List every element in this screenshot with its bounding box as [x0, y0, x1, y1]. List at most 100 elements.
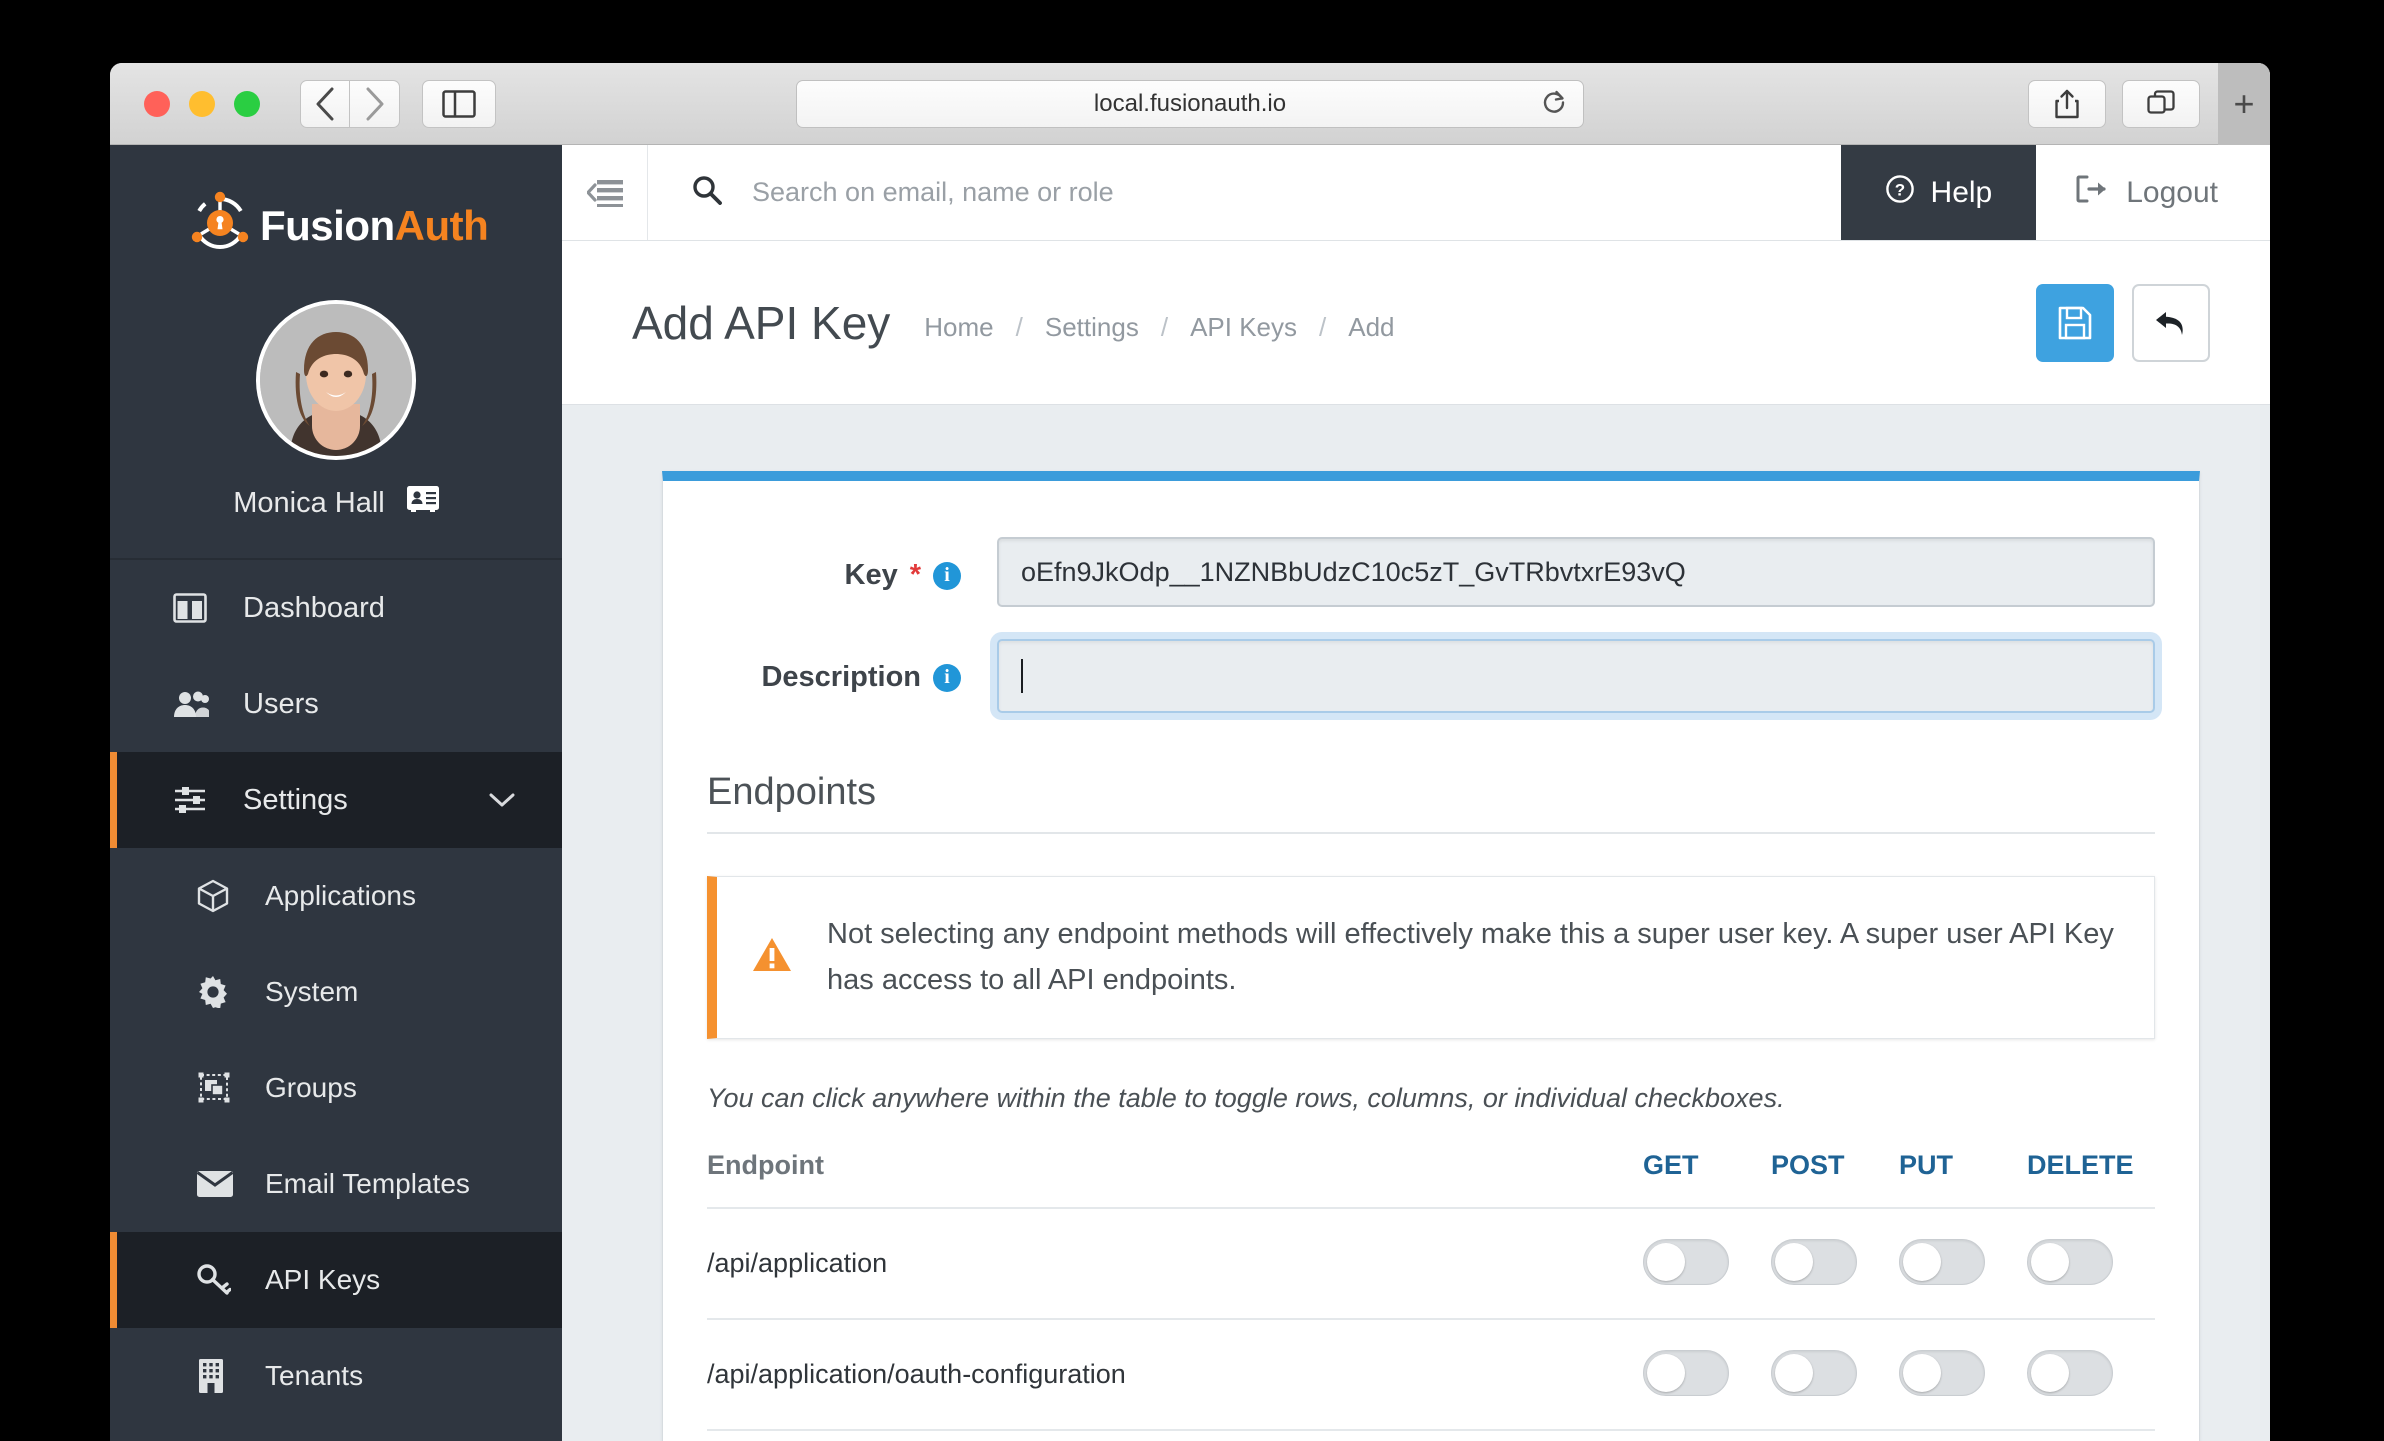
- column-header-post[interactable]: POST: [1771, 1149, 1899, 1209]
- toggle-cell-put[interactable]: [1899, 1429, 2027, 1441]
- toggle-cell-delete[interactable]: [2027, 1207, 2155, 1320]
- toggle-switch[interactable]: [1899, 1349, 1985, 1396]
- key-icon: [197, 1264, 243, 1296]
- sidebar-item-applications[interactable]: Applications: [110, 848, 562, 944]
- table-header-row: Endpoint GET POST PUT DELETE: [707, 1149, 2155, 1209]
- toggle-knob: [2031, 1242, 2069, 1281]
- toggle-switch[interactable]: [1771, 1349, 1857, 1396]
- toggle-switch[interactable]: [1899, 1238, 1985, 1285]
- description-label-text: Description: [761, 661, 921, 693]
- save-button[interactable]: [2036, 283, 2114, 362]
- toggle-cell-delete[interactable]: [2027, 1429, 2155, 1441]
- column-header-get[interactable]: GET: [1643, 1149, 1771, 1209]
- sidebar-item-users[interactable]: Users: [110, 656, 562, 752]
- search-input[interactable]: [752, 177, 1841, 208]
- address-bar[interactable]: local.fusionauth.io: [796, 79, 1584, 128]
- key-field-label: Key * i: [707, 537, 997, 592]
- toggle-switch[interactable]: [2027, 1349, 2113, 1396]
- toggle-knob: [2031, 1353, 2069, 1392]
- column-header-put[interactable]: PUT: [1899, 1149, 2027, 1209]
- forward-button[interactable]: [350, 79, 400, 128]
- logout-button[interactable]: Logout: [2036, 145, 2270, 240]
- endpoints-table-body: /api/application /api/application/oauth-…: [707, 1207, 2155, 1441]
- close-window-button[interactable]: [144, 90, 170, 117]
- toggle-switch[interactable]: [1643, 1349, 1729, 1396]
- sliders-icon: [173, 785, 219, 815]
- endpoints-table-head: Endpoint GET POST PUT DELETE: [707, 1149, 2155, 1209]
- sidebar-item-label: Dashboard: [243, 591, 385, 624]
- toggle-cell-post[interactable]: [1771, 1207, 1899, 1320]
- avatar[interactable]: [256, 300, 416, 460]
- main-area: ? Help Logout: [562, 145, 2270, 1441]
- sidebar-item-label: Users: [243, 687, 319, 720]
- table-row[interactable]: /api/application: [707, 1207, 2155, 1320]
- avatar-container: [110, 300, 562, 460]
- toggle-switch[interactable]: [1771, 1238, 1857, 1285]
- save-floppy-icon: [2058, 306, 2092, 339]
- description-input[interactable]: [997, 639, 2155, 713]
- sidebar-item-system[interactable]: System: [110, 944, 562, 1040]
- show-tabs-button[interactable]: [2122, 79, 2200, 128]
- toggle-cell-get[interactable]: [1643, 1318, 1771, 1431]
- endpoint-path: /api/application/role: [707, 1429, 1643, 1441]
- table-row[interactable]: /api/application/role: [707, 1429, 2155, 1441]
- user-info-row[interactable]: Monica Hall: [110, 486, 562, 520]
- collapse-menu-button[interactable]: [562, 145, 648, 240]
- toggle-knob: [1903, 1242, 1941, 1281]
- share-icon: [2055, 89, 2079, 118]
- fusionauth-logo-icon: [186, 189, 254, 262]
- text-cursor: [1021, 659, 1023, 693]
- back-button[interactable]: [2132, 283, 2210, 362]
- toggle-switch[interactable]: [1643, 1238, 1729, 1285]
- help-label: Help: [1930, 175, 1993, 209]
- sidebar-item-label: Groups: [265, 1072, 357, 1103]
- id-card-icon[interactable]: [406, 486, 439, 520]
- breadcrumb-item-home[interactable]: Home: [924, 312, 993, 343]
- browser-titlebar: local.fusionauth.io +: [110, 63, 2270, 145]
- sidebar-item-email-templates[interactable]: Email Templates: [110, 1136, 562, 1232]
- fusionauth-logo[interactable]: FusionAuth: [110, 189, 562, 262]
- logout-label: Logout: [2126, 175, 2218, 209]
- url-text: local.fusionauth.io: [1093, 89, 1287, 117]
- sidebar-item-settings[interactable]: Settings: [110, 752, 562, 848]
- help-button[interactable]: ? Help: [1840, 145, 2037, 240]
- chevron-left-icon: [316, 87, 334, 120]
- back-button[interactable]: [300, 79, 350, 128]
- share-button[interactable]: [2028, 79, 2106, 128]
- new-tab-button[interactable]: +: [2218, 63, 2270, 145]
- content-area: Key * i oEfn9JkOdp__1NZNBbUdzC10c5zT_GvTR…: [562, 405, 2270, 1441]
- sidebar-item-dashboard[interactable]: Dashboard: [110, 560, 562, 656]
- info-icon[interactable]: i: [933, 663, 961, 692]
- info-icon[interactable]: i: [933, 561, 961, 590]
- column-header-delete[interactable]: DELETE: [2027, 1149, 2155, 1209]
- minimize-window-button[interactable]: [189, 90, 215, 117]
- toggle-cell-get[interactable]: [1643, 1207, 1771, 1320]
- table-row[interactable]: /api/application/oauth-configuration: [707, 1318, 2155, 1431]
- sidebar-item-api-keys[interactable]: API Keys: [110, 1232, 562, 1328]
- key-input[interactable]: oEfn9JkOdp__1NZNBbUdzC10c5zT_GvTRbvtxrE9…: [997, 537, 2155, 607]
- description-field-row: Description i: [707, 639, 2155, 713]
- window-controls: [144, 90, 260, 117]
- sidebar-toggle-button[interactable]: [422, 79, 496, 128]
- sidebar-item-tenants[interactable]: Tenants: [110, 1328, 562, 1424]
- sidebar-item-label: API Keys: [265, 1264, 381, 1295]
- breadcrumb-item-settings[interactable]: Settings: [1045, 312, 1139, 343]
- reload-icon: [1543, 90, 1565, 113]
- toggle-knob: [1775, 1242, 1813, 1281]
- warning-triangle-icon: [751, 936, 793, 979]
- maximize-window-button[interactable]: [234, 90, 260, 117]
- toggle-cell-delete[interactable]: [2027, 1318, 2155, 1431]
- sidebar-item-groups[interactable]: Groups: [110, 1040, 562, 1136]
- toggle-cell-post[interactable]: [1771, 1318, 1899, 1431]
- reload-button[interactable]: [1541, 88, 1567, 119]
- toggle-cell-put[interactable]: [1899, 1207, 2027, 1320]
- show-tabs-icon: [2147, 89, 2175, 114]
- endpoint-path: /api/application/oauth-configuration: [707, 1318, 1643, 1431]
- breadcrumb-item-api-keys[interactable]: API Keys: [1190, 312, 1297, 343]
- toggle-cell-post[interactable]: [1771, 1429, 1899, 1441]
- toggle-cell-put[interactable]: [1899, 1318, 2027, 1431]
- toggle-switch[interactable]: [2027, 1238, 2113, 1285]
- toggle-cell-get[interactable]: [1643, 1429, 1771, 1441]
- undo-arrow-icon: [2156, 311, 2183, 335]
- endpoints-table: Endpoint GET POST PUT DELETE /api/applic…: [707, 1149, 2155, 1441]
